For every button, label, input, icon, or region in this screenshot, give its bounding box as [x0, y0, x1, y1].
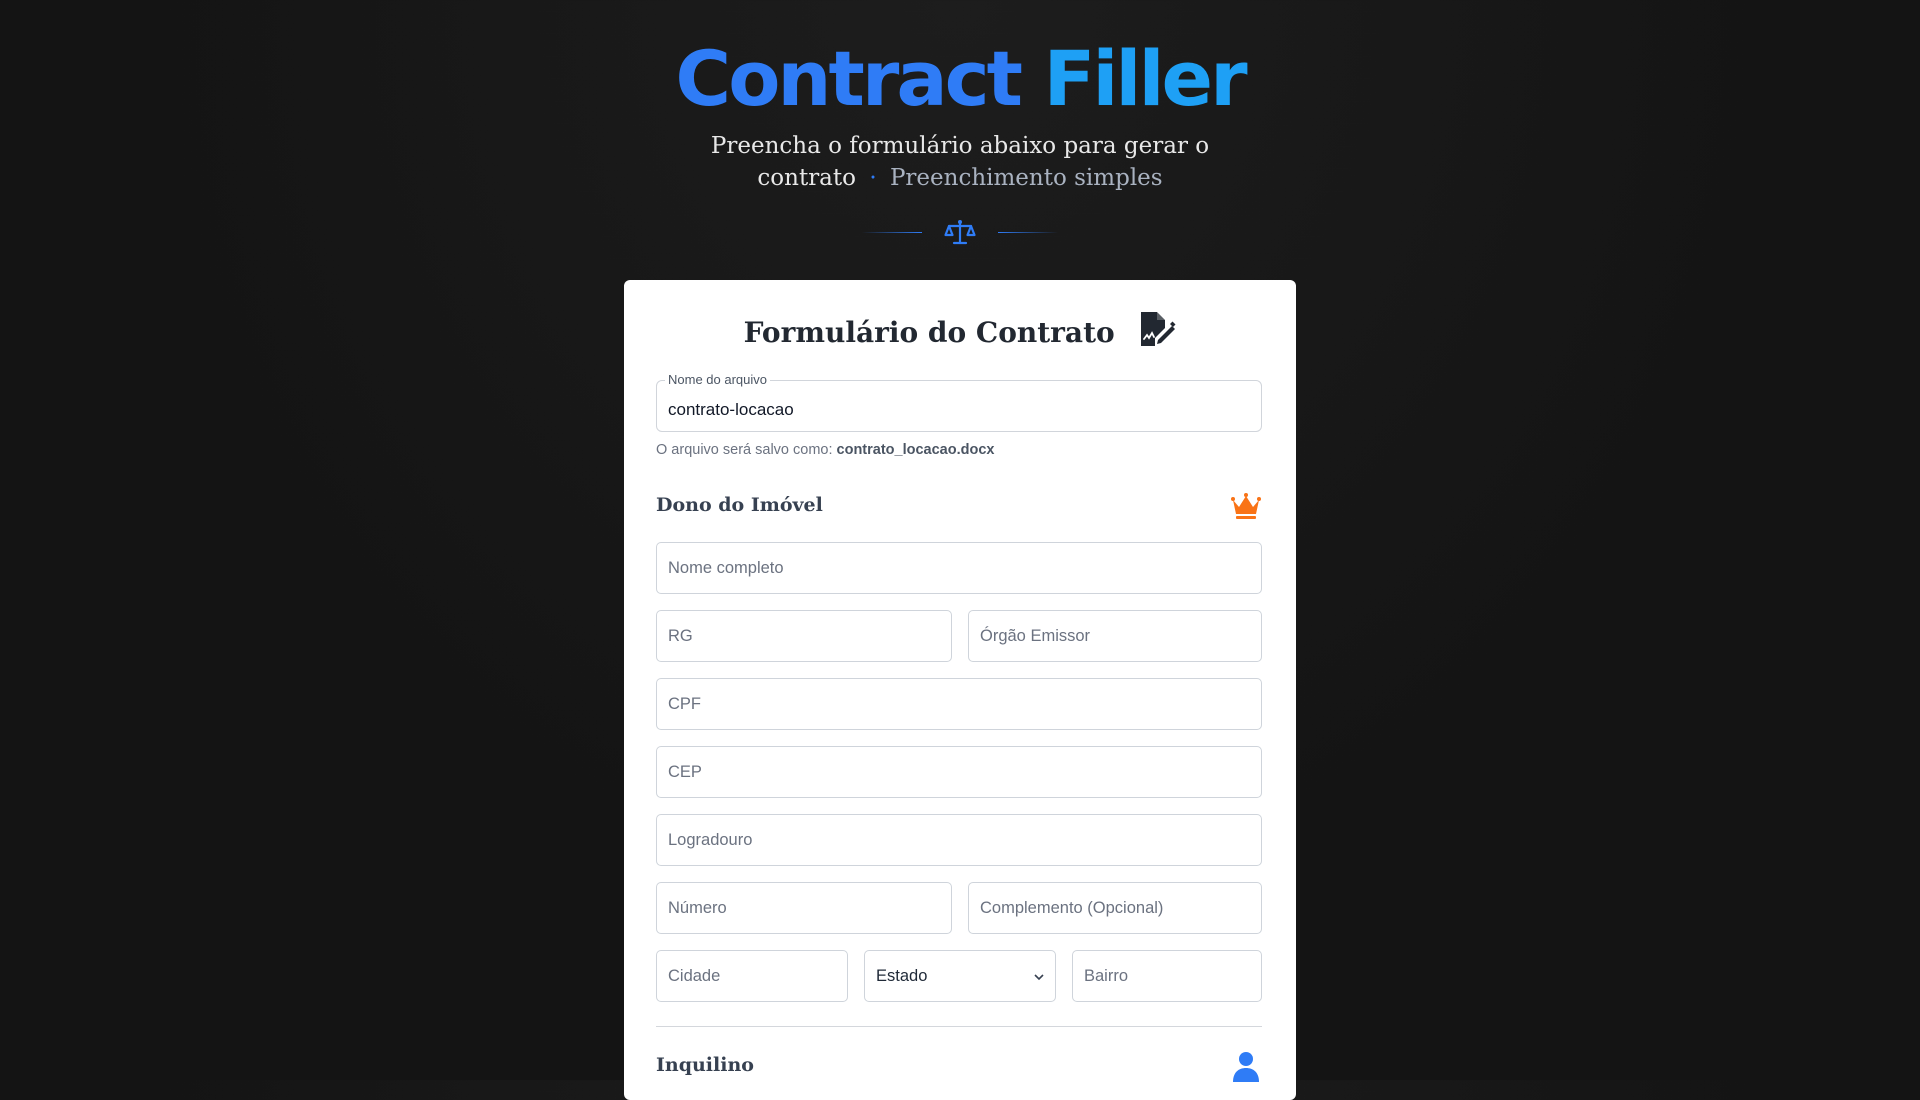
owner-issuer-input[interactable]: Órgão Emissor	[968, 610, 1262, 662]
file-name-value[interactable]: contrato-locacao	[668, 400, 794, 420]
tenant-section-header: Inquilino	[656, 1050, 1262, 1082]
owner-cep-input[interactable]: CEP	[656, 746, 1262, 798]
owner-issuer-placeholder: Órgão Emissor	[980, 627, 1091, 645]
tenant-section-title: Inquilino	[656, 1054, 754, 1076]
hint-filename: contrato_locacao.docx	[836, 442, 995, 458]
owner-rg-input[interactable]: RG	[656, 610, 952, 662]
owner-number-placeholder: Número	[668, 899, 727, 917]
owner-cep-placeholder: CEP	[668, 763, 702, 781]
document-signature-icon	[1141, 312, 1176, 346]
contract-form-card: Formulário do Contrato Nome do arquivo c…	[624, 280, 1296, 1100]
subtitle-separator: ·	[869, 165, 877, 191]
owner-state-selected: Estado	[876, 967, 928, 985]
owner-state-select[interactable]: Estado	[864, 950, 1056, 1002]
divider-line-right	[998, 232, 1058, 233]
file-name-label: Nome do arquivo	[665, 372, 770, 387]
owner-city-input[interactable]: Cidade	[656, 950, 848, 1002]
form-title: Formulário do Contrato	[624, 310, 1296, 349]
divider-line-left	[862, 232, 922, 233]
owner-section-title: Dono do Imóvel	[656, 494, 823, 516]
owner-complement-placeholder: Complemento (Opcional)	[980, 899, 1164, 917]
owner-cpf-input[interactable]: CPF	[656, 678, 1262, 730]
owner-city-placeholder: Cidade	[668, 967, 721, 985]
app-title-part2: Filler	[1043, 34, 1247, 123]
owner-number-input[interactable]: Número	[656, 882, 952, 934]
section-divider	[656, 1026, 1262, 1027]
chevron-down-icon	[1034, 974, 1044, 981]
subtitle: Preencha o formulário abaixo para gerar …	[680, 130, 1240, 194]
owner-neighborhood-input[interactable]: Bairro	[1072, 950, 1262, 1002]
hint-prefix: O arquivo será salvo como:	[656, 442, 833, 458]
subtitle-secondary: Preenchimento simples	[889, 165, 1163, 191]
owner-street-placeholder: Logradouro	[668, 831, 753, 849]
file-name-field[interactable]: Nome do arquivo contrato-locacao	[656, 372, 1262, 432]
app-title-part1: Contract	[675, 34, 1023, 123]
app-title: Contract Filler	[0, 36, 1920, 122]
file-name-hint: O arquivo será salvo como: contrato_loca…	[656, 442, 994, 458]
owner-rg-placeholder: RG	[668, 627, 693, 645]
owner-full-name-input[interactable]: Nome completo	[656, 542, 1262, 594]
crown-icon	[1231, 493, 1261, 519]
owner-cpf-placeholder: CPF	[668, 695, 701, 713]
owner-section-header: Dono do Imóvel	[656, 490, 1262, 522]
header-divider	[862, 218, 1058, 248]
owner-complement-input[interactable]: Complemento (Opcional)	[968, 882, 1262, 934]
hero-header: Contract Filler	[0, 0, 1920, 122]
owner-full-name-placeholder: Nome completo	[668, 559, 784, 577]
owner-neighborhood-placeholder: Bairro	[1084, 967, 1129, 985]
owner-street-input[interactable]: Logradouro	[656, 814, 1262, 866]
user-icon	[1233, 1052, 1259, 1082]
form-title-text: Formulário do Contrato	[743, 316, 1115, 349]
scale-icon	[944, 220, 976, 245]
